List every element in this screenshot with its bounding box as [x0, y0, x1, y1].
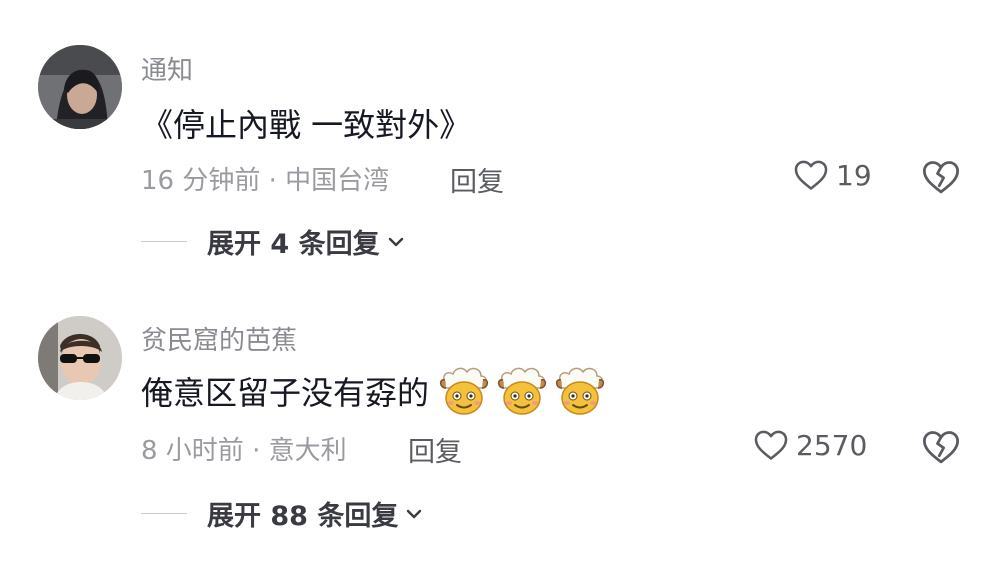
comment-text: 俺意区留子没有孬的 [141, 364, 607, 418]
dislike-button[interactable] [920, 426, 962, 468]
expand-replies-label: 展开 88 条回复 [207, 501, 399, 532]
expand-replies-button[interactable]: 展开 88 条回复 [141, 494, 424, 533]
like-count: 2570 [796, 428, 868, 462]
reply-button[interactable]: 回复 [408, 430, 462, 469]
comment-text-content: 俺意区留子没有孬的 [141, 374, 430, 412]
comment-item: 贫民窟的芭蕉 俺意区留子没有孬的 8 小时前 · 意大利 回复 2570 展开 … [0, 0, 1000, 584]
chevron-down-icon [407, 509, 422, 518]
heart-icon [754, 430, 788, 460]
avatar[interactable] [38, 316, 122, 400]
sheep-emoji-icon [439, 367, 489, 415]
divider-line [141, 513, 187, 514]
broken-heart-icon [922, 431, 960, 464]
sheep-emoji-icon [497, 367, 547, 415]
emoji-group [433, 364, 607, 418]
like-button[interactable]: 2570 [752, 426, 912, 464]
comment-username[interactable]: 贫民窟的芭蕉 [141, 320, 297, 357]
comment-time-location: 8 小时前 · 意大利 [141, 436, 347, 466]
sheep-emoji-icon [555, 367, 605, 415]
